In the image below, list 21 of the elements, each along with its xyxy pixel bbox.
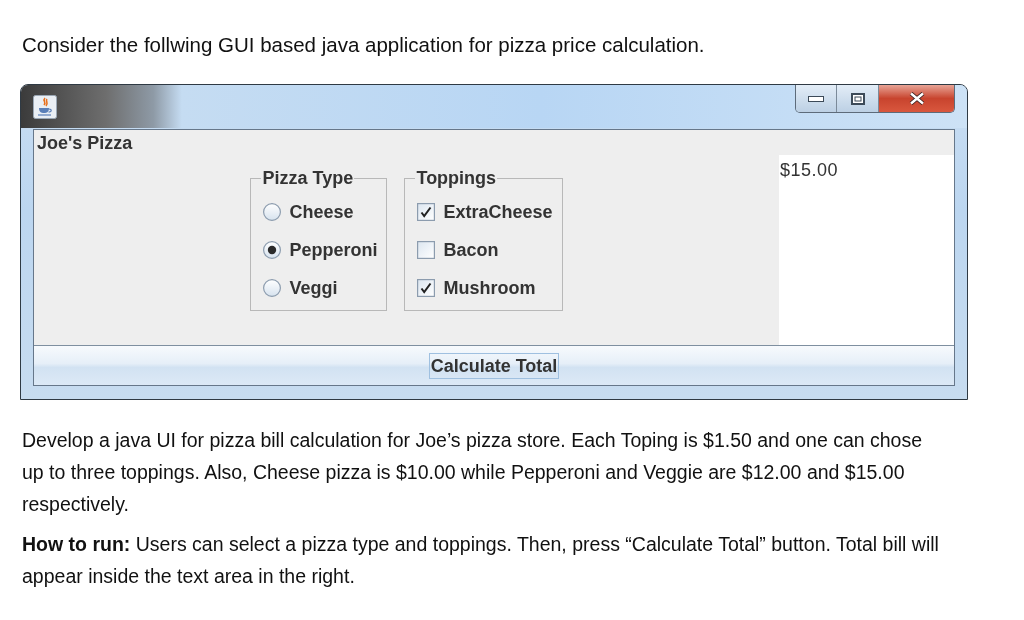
- paragraph: How to run: Users can select a pizza type and toppings. Then, press “Calculate Total” button. Total bill will appear inside the text area in the right.: [22, 532, 940, 589]
- output-text-area[interactable]: $15.00: [779, 155, 954, 345]
- checkbox-option[interactable]: Bacon: [417, 231, 553, 269]
- radio-option[interactable]: Veggi: [263, 269, 378, 307]
- paragraph: Develop a java UI for pizza bill calculation for Joe’s pizza store. Each Toping is $1.50 and one can chose up to three toppings. Also, Cheese pizza is $10.00 while Pepperoni and Veggie are $12.00 and $15.00 respectively.: [22, 428, 924, 517]
- checkbox-option[interactable]: Mushroom: [417, 269, 553, 307]
- radio-option[interactable]: Cheese: [263, 193, 378, 231]
- maximize-button[interactable]: [837, 85, 879, 112]
- intro-text: Consider the follwing GUI based java application for pizza price calculation.: [22, 32, 706, 58]
- minimize-icon: [808, 95, 824, 102]
- calculate-total-button[interactable]: Calculate Total: [34, 345, 954, 385]
- maximize-icon: [850, 92, 865, 105]
- minimize-button[interactable]: [796, 85, 837, 112]
- close-icon: [908, 92, 925, 105]
- app-label: Joe's Pizza: [37, 133, 133, 153]
- coffee-cup-icon: [33, 95, 57, 119]
- group-title: Toppings: [415, 168, 498, 188]
- group-title: Pizza Type: [261, 168, 355, 188]
- checkbox-option[interactable]: ExtraCheese: [417, 193, 553, 231]
- radio-option[interactable]: Pepperoni: [263, 231, 378, 269]
- close-button[interactable]: [879, 85, 954, 112]
